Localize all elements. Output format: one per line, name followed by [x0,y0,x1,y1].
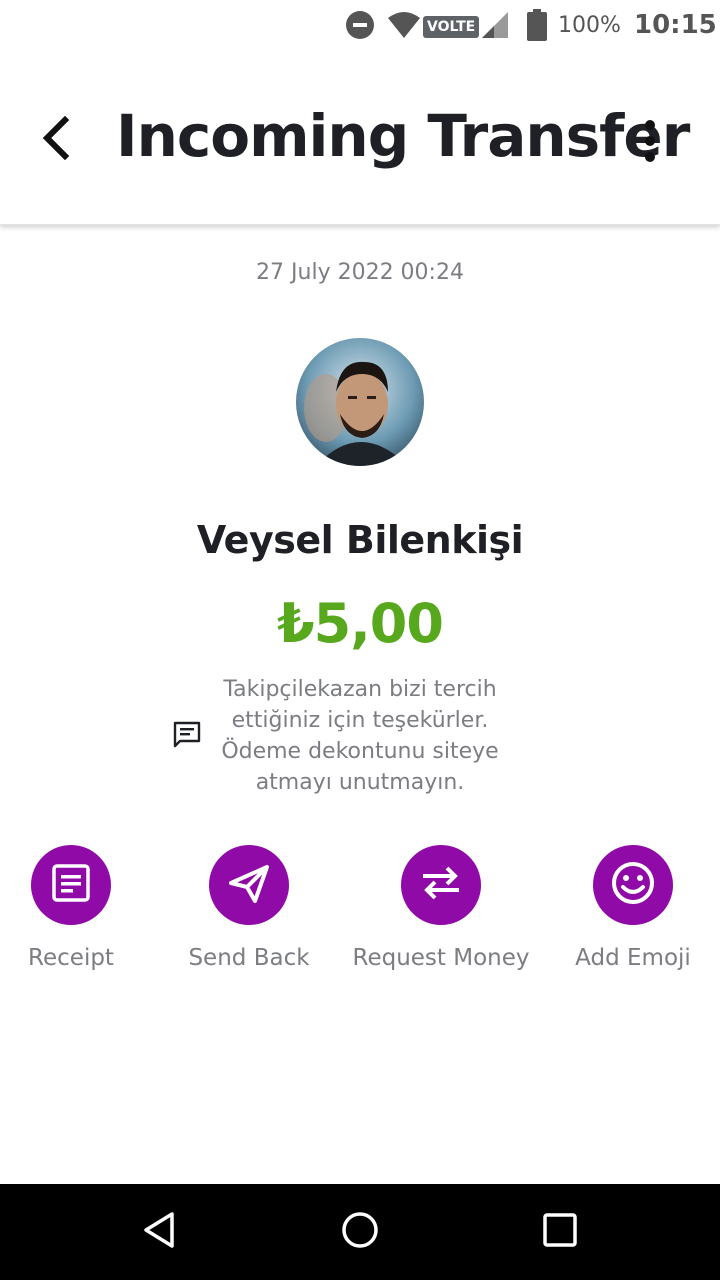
smiley-icon [610,860,656,910]
volte-badge: VOLTE [423,16,480,38]
swap-icon-circle [401,845,481,925]
transfer-amount: ₺5,00 [277,592,444,655]
request-money-button[interactable]: Request Money [351,845,531,974]
swap-arrows-icon [419,861,463,909]
message-icon [172,720,202,750]
circle-home-icon [340,1210,380,1254]
signal-icon [480,0,510,50]
avatar [296,338,424,466]
clock: 10:15 [634,10,717,40]
nav-recent-apps-button[interactable] [536,1208,584,1256]
add-emoji-label: Add Emoji [575,945,691,971]
back-button[interactable] [30,110,80,170]
status-bar: VOLTE 100% 10:15 [0,0,720,50]
send-back-label: Send Back [188,945,310,971]
request-money-label: Request Money [352,945,530,971]
back-chevron-icon [39,115,71,164]
nav-home-button[interactable] [336,1208,384,1256]
more-vert-icon [643,119,657,167]
triangle-back-icon [140,1210,180,1254]
send-back-button[interactable]: Send Back [159,845,339,974]
sender-name: Veysel Bilenkişi [196,518,524,562]
transfer-date: 27 July 2022 00:24 [256,260,464,285]
transfer-message: Takipçilekazan bizi tercih ettiğiniz içi… [221,677,499,795]
more-options-button[interactable] [628,108,672,178]
do-not-disturb-icon [345,0,375,50]
send-icon [227,861,271,909]
battery-percent: 100% [558,12,621,38]
smiley-icon-circle [593,845,673,925]
receipt-button[interactable]: Receipt [0,845,161,974]
wifi-icon [386,0,422,50]
send-icon-circle [209,845,289,925]
navigation-bar [0,1184,720,1280]
app-bar: Incoming Transfer [0,50,720,225]
receipt-label: Receipt [28,945,114,971]
battery-icon [527,0,547,50]
add-emoji-button[interactable]: Add Emoji [543,845,720,974]
square-recents-icon [540,1210,580,1254]
receipt-icon-circle [31,845,111,925]
nav-back-button[interactable] [136,1208,184,1256]
receipt-icon [50,862,92,908]
page-title: Incoming Transfer [116,102,690,170]
